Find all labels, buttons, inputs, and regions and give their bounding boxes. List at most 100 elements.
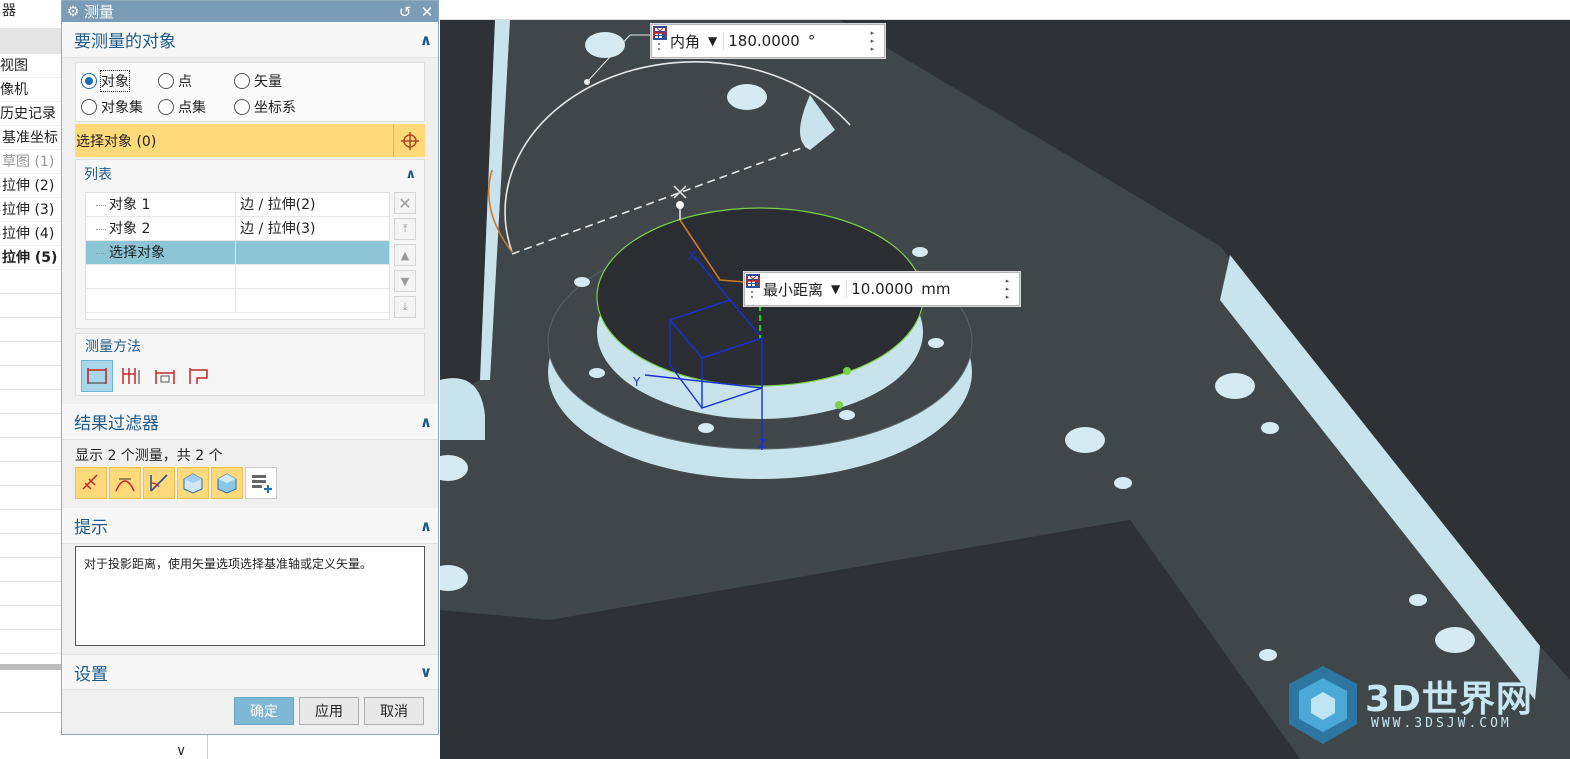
model-scene[interactable]: X Y Z [440, 20, 1570, 759]
table-row[interactable]: 对象 1 边 / 拉伸(2) [86, 193, 389, 217]
projected-distance-icon[interactable] [115, 360, 147, 392]
dropdown-arrow-icon[interactable]: ▼ [704, 34, 723, 48]
angle-value-box[interactable]: 内角 ▼ 180.0000 ° ▸ ▸ ▸ [651, 24, 885, 58]
watermark-logo-icon [1289, 666, 1357, 744]
bolt-hole [574, 277, 590, 287]
measure-dimension-icon[interactable] [746, 275, 1000, 298]
nav-item-camera[interactable]: 像机 [0, 78, 61, 102]
list-header[interactable]: 列表 ∧ [76, 160, 424, 188]
gear-icon[interactable]: ⚙ [62, 4, 84, 20]
move-bottom-icon[interactable]: ⤓ [394, 296, 416, 318]
radio-point[interactable]: 点 [158, 71, 192, 91]
collapse-icon[interactable]: ∧ [420, 31, 432, 49]
curve-filter-icon[interactable] [109, 467, 141, 499]
angle-point [584, 79, 590, 85]
radio-object-set[interactable]: 对象集 [81, 97, 143, 117]
section-settings-header[interactable]: 设置 ∨ [62, 654, 438, 690]
collapse-icon[interactable]: ∧ [420, 413, 432, 431]
radio-button-icon[interactable] [234, 99, 250, 115]
navigator-empty-rows [0, 270, 61, 654]
angle-value[interactable]: 180.0000 [723, 32, 804, 50]
axis-x-label: X [688, 249, 696, 263]
distance-filter-icon[interactable] [75, 467, 107, 499]
move-top-icon[interactable]: ⤒ [394, 218, 416, 240]
cancel-button[interactable]: 取消 [364, 697, 424, 725]
angle-filter-icon[interactable] [143, 467, 175, 499]
nav-item-extrude-5[interactable]: 拉伸 (5) [0, 246, 61, 270]
graphics-window[interactable]: X Y Z 内角 ▼ 180.0000 ° ▸ ▸ ▸ 最小距离 ▼ 10.0000… [440, 20, 1570, 759]
section-hint-header[interactable]: 提示 ∧ [62, 508, 438, 544]
table-row [86, 265, 389, 289]
expand-icon[interactable]: ∨ [420, 663, 432, 681]
radio-button-icon[interactable] [158, 99, 174, 115]
section-objects-title: 要测量的对象 [74, 32, 176, 52]
collapse-icon[interactable]: ∧ [405, 167, 416, 182]
add-filter-icon[interactable] [245, 467, 277, 499]
navigator-scrollbar[interactable] [0, 664, 61, 670]
hole [585, 32, 625, 58]
chevron-down-icon[interactable]: ∨ [176, 743, 186, 759]
nav-item-history[interactable]: 历史记录 [0, 102, 61, 126]
screen-distance-icon[interactable] [149, 360, 181, 392]
radio-button-icon[interactable] [81, 73, 97, 89]
table-row-selected[interactable]: 选择对象 [86, 241, 389, 265]
nav-item-extrude-3[interactable]: 拉伸 (3) [0, 198, 61, 222]
object-list-panel: 列表 ∧ 对象 1 边 / 拉伸(2) 对象 2 边 / 拉伸(3) 选择对象 … [75, 159, 425, 329]
radio-object[interactable]: 对象 [81, 70, 130, 92]
distance-value[interactable]: 10.0000 [846, 280, 917, 298]
table-row[interactable]: 对象 2 边 / 拉伸(3) [86, 217, 389, 241]
section-filter-header[interactable]: 结果过滤器 ∧ [62, 404, 438, 440]
section-objects-header[interactable]: 要测量的对象 ∧ [62, 22, 438, 58]
section-settings-title: 设置 [74, 664, 108, 685]
box-menu-arrows-icon[interactable]: ▸ ▸ ▸ [1003, 277, 1013, 301]
select-object-row[interactable]: 选择对象 (0) [75, 124, 425, 157]
angle-type[interactable]: 内角 [666, 31, 704, 52]
section-filter-title: 结果过滤器 [74, 414, 159, 434]
distance-method-icon[interactable] [81, 360, 113, 392]
apply-button[interactable]: 应用 [299, 697, 359, 725]
measure-method-panel: 测量方法 [75, 333, 425, 396]
radio-button-icon[interactable] [158, 73, 174, 89]
close-icon[interactable]: ✕ [416, 3, 438, 21]
move-up-icon[interactable]: ▲ [394, 244, 416, 266]
distance-point [676, 201, 684, 209]
delete-icon[interactable]: ✕ [394, 192, 416, 214]
collapse-icon[interactable]: ∧ [420, 517, 432, 535]
length-icon[interactable] [183, 360, 215, 392]
list-title: 列表 [84, 167, 112, 183]
radio-vector[interactable]: 矢量 [234, 71, 282, 91]
nav-item-sketch-1[interactable]: 草图 (1) [0, 150, 61, 174]
radio-button-icon[interactable] [234, 73, 250, 89]
hole [1215, 373, 1255, 399]
reset-icon[interactable]: ↺ [394, 3, 416, 21]
nav-item-extrude-2[interactable]: 拉伸 (2) [0, 174, 61, 198]
radio-csys[interactable]: 坐标系 [234, 97, 296, 117]
part-navigator: 器 视图 像机 历史记录 基准坐标 草图 (1) 拉伸 (2) 拉伸 (3) 拉… [0, 0, 62, 759]
hole [1435, 627, 1475, 653]
measure-dimension-icon[interactable] [653, 27, 864, 50]
area-filter-icon[interactable] [177, 467, 209, 499]
dropdown-arrow-icon[interactable]: ▼ [827, 282, 846, 296]
nav-item-model-views[interactable]: 视图 [0, 54, 61, 78]
radio-button-icon[interactable] [81, 99, 97, 115]
radio-label: 坐标系 [254, 100, 296, 116]
radio-label: 点 [178, 74, 192, 90]
distance-value-box[interactable]: 最小距离 ▼ 10.0000 mm ▸ ▸ ▸ [744, 272, 1020, 306]
radio-point-set[interactable]: 点集 [158, 97, 206, 117]
bolt-hole [839, 410, 855, 420]
dialog-titlebar[interactable]: ⚙ 测量 ↺ ✕ [62, 1, 438, 22]
nav-item-extrude-4[interactable]: 拉伸 (4) [0, 222, 61, 246]
box-menu-arrows-icon[interactable]: ▸ ▸ ▸ [867, 29, 877, 53]
move-down-icon[interactable]: ▼ [394, 270, 416, 292]
calculator-icon[interactable] [746, 274, 976, 298]
distance-type[interactable]: 最小距离 [759, 279, 827, 300]
row-value: 边 / 拉伸(3) [240, 221, 316, 237]
edge-point [835, 401, 843, 409]
calculator-icon[interactable] [653, 26, 840, 50]
navigator-header [0, 28, 61, 54]
ok-button[interactable]: 确定 [234, 697, 294, 725]
crosshair-icon[interactable] [393, 124, 425, 157]
volume-filter-icon[interactable] [211, 467, 243, 499]
nav-item-datum-csys[interactable]: 基准坐标 [0, 126, 61, 150]
row-name: 对象 2 [86, 217, 236, 240]
